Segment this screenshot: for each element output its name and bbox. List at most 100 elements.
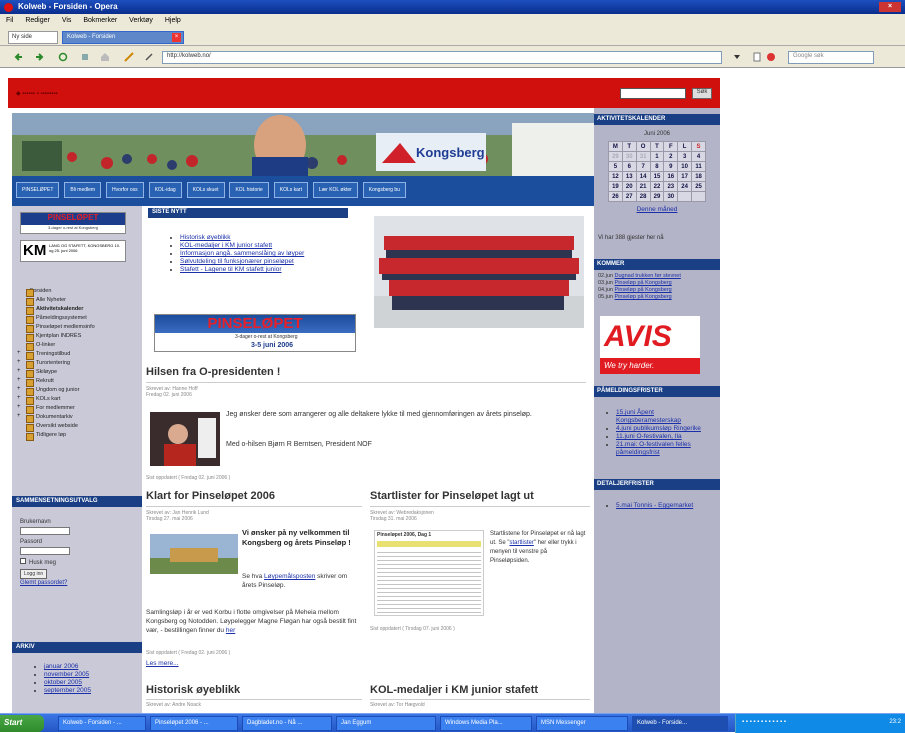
calendar-day[interactable]: 19 (608, 181, 623, 192)
address-input[interactable]: http://kolweb.no/ (162, 51, 722, 64)
task-pinselopet[interactable]: Pinseløpet 2006 - ... (150, 716, 238, 731)
calendar-day[interactable]: 18 (691, 171, 706, 182)
menu-tools[interactable]: Verktøy (129, 17, 153, 24)
this-month-link[interactable]: Denne måned (637, 206, 678, 213)
tab-kolweb[interactable]: Kolweb - Forsiden × (62, 31, 184, 44)
calendar-day[interactable]: 4 (691, 151, 706, 162)
news-link[interactable]: Historisk øyeblikk (180, 234, 231, 241)
calendar-day[interactable]: 7 (635, 161, 651, 172)
here-link[interactable]: her (226, 627, 235, 634)
tree-item[interactable]: Rekrutt (12, 377, 142, 387)
archive-link[interactable]: november 2005 (44, 671, 89, 678)
calendar-day[interactable]: 20 (621, 181, 637, 192)
nav-kols-skuet[interactable]: KOLs skuet (186, 182, 225, 198)
coming-link[interactable]: Pinseløp på Kongsberg (615, 294, 672, 300)
calendar-day[interactable]: 24 (677, 181, 693, 192)
calendar-day[interactable]: 5 (608, 161, 623, 172)
calendar-day[interactable]: 14 (635, 171, 651, 182)
tree-item[interactable]: Skiløype (12, 368, 142, 378)
calendar-day[interactable]: 3 (677, 151, 693, 162)
tree-item[interactable]: Treningstilbud (12, 350, 142, 360)
calendar-day[interactable]: 8 (649, 161, 665, 172)
signup-link[interactable]: 11.juni O-festivalen, Ila (616, 433, 682, 440)
calendar-day[interactable]: 21 (635, 181, 651, 192)
menu-bookmarks[interactable]: Bokmerker (83, 17, 117, 24)
window-close-icon[interactable]: × (879, 2, 901, 12)
avis-ad[interactable]: AVIS We try harder. (600, 316, 700, 374)
calendar-day[interactable] (691, 191, 706, 202)
loypemal-link[interactable]: Løypemålsposten (264, 573, 315, 580)
calendar-day[interactable]: 31 (635, 151, 651, 162)
google-search-input[interactable]: Google søk (788, 51, 874, 64)
archive-link[interactable]: januar 2006 (44, 663, 78, 670)
dropdown-icon[interactable] (732, 52, 742, 62)
calendar-day[interactable]: 2 (663, 151, 679, 162)
signup-link[interactable]: 21.mai: O-festivalen felles påmeldingsfr… (616, 441, 691, 456)
tree-item[interactable]: Forsiden (12, 288, 142, 297)
password-input[interactable] (20, 547, 70, 555)
tree-item[interactable]: Ungdom og junior (12, 386, 142, 396)
calendar-day[interactable] (677, 191, 693, 202)
tree-item[interactable]: Turorientering (12, 359, 142, 369)
calendar-day[interactable]: 30 (621, 151, 637, 162)
username-input[interactable] (20, 527, 70, 535)
forgot-password-link[interactable]: Glemt passordet? (20, 580, 67, 586)
calendar-day[interactable]: 12 (608, 171, 623, 182)
news-link[interactable]: Sølvutdeling til funksjonærer pinseløpet (180, 258, 294, 265)
calendar-day[interactable]: 27 (621, 191, 637, 202)
article-title[interactable]: Klart for Pinseløpet 2006 (146, 490, 362, 502)
menu-help[interactable]: Hjelp (165, 17, 181, 24)
article-title[interactable]: Historisk øyeblikk (146, 684, 362, 696)
signup-link[interactable]: 15.juni Åpent Kongsberamesterskap (616, 409, 681, 424)
nav-laer-kol[interactable]: Lær KOL økter (312, 182, 358, 198)
nav-kongsberg[interactable]: Kongsberg bu (362, 182, 406, 198)
news-link[interactable]: KOL-medaljer i KM junior stafett (180, 242, 272, 249)
start-button[interactable]: Start (0, 715, 44, 732)
article-title[interactable]: KOL-medaljer i KM junior stafett (370, 684, 590, 696)
home-icon[interactable] (100, 52, 110, 62)
nav-pinselopet[interactable]: PINSELØPET (16, 182, 60, 198)
tree-item[interactable]: Tidligere løp (12, 432, 142, 441)
signup-link[interactable]: 4.juni publikumsløp Ringerike (616, 425, 701, 432)
article-title[interactable]: Hilsen fra O-presidenten ! (146, 366, 586, 378)
tab-close-icon[interactable]: × (172, 33, 181, 42)
calendar-day[interactable]: 22 (649, 181, 665, 192)
wand-icon[interactable] (124, 52, 134, 62)
calendar-day[interactable]: 17 (677, 171, 693, 182)
calendar-day[interactable]: 30 (663, 191, 679, 202)
calendar-day[interactable]: 6 (621, 161, 637, 172)
news-link[interactable]: Informasjon angå. sammenslåing av løyper (180, 250, 304, 257)
calendar-day[interactable]: 23 (663, 181, 679, 192)
tree-item[interactable]: Påmeldingssystemet (12, 315, 142, 324)
task-msn[interactable]: MSN Messenger (536, 716, 628, 731)
nav-kol-historie[interactable]: KOL historie (229, 182, 269, 198)
login-button[interactable]: Logg inn (20, 569, 48, 579)
task-dagbladet[interactable]: Dagbladet.no - Nå ... (242, 716, 332, 731)
heart-icon[interactable] (766, 52, 776, 62)
pinselopet-main-banner[interactable]: PINSELØPET 3-dager o-rest at Kongsberg 3… (154, 314, 356, 352)
calendar-day[interactable]: 1 (649, 151, 665, 162)
calendar-day[interactable]: 26 (608, 191, 623, 202)
calendar-day[interactable]: 29 (608, 151, 623, 162)
reload-icon[interactable] (58, 52, 68, 62)
pinselopet-small-banner[interactable]: PINSELØPET 3-dager o-rest at Kongsberg (20, 212, 126, 234)
km-banner[interactable]: KM LANG OG STAFETT, KONGSBERG 10. og 25.… (20, 240, 126, 262)
tree-item[interactable]: Dokumentarkiv (12, 413, 142, 423)
tree-item[interactable]: Kjentplan INDRÉS (12, 333, 142, 342)
site-search-button[interactable]: Søk (692, 88, 712, 99)
site-search-input[interactable] (620, 88, 686, 99)
menu-file[interactable]: Fil (6, 17, 13, 24)
article-title[interactable]: Startlister for Pinseløpet lagt ut (370, 490, 590, 502)
news-link[interactable]: Stafett - Lagene til KM stafett junior (180, 266, 282, 273)
deadline-link[interactable]: 5.mai Tonnis - Eggemarket (616, 502, 693, 509)
task-media-player[interactable]: Windows Media Pla... (440, 716, 532, 731)
nav-kols-kart[interactable]: KOLs kart (273, 182, 308, 198)
startlist-thumbnail[interactable]: Pinseløpet 2006, Dag 1 (374, 530, 484, 616)
coming-link[interactable]: Pinseløp på Kongsberg (615, 287, 672, 293)
calendar-day[interactable]: 13 (621, 171, 637, 182)
calendar-day[interactable]: 15 (649, 171, 665, 182)
calendar-day[interactable]: 16 (663, 171, 679, 182)
tray-icons[interactable]: ▪ ▪ ▪ ▪ ▪ ▪ ▪ ▪ ▪ ▪ ▪ ▪ (742, 719, 786, 725)
tree-item[interactable]: Aktivitetskalender (12, 306, 142, 315)
nav-hvorfor-oss[interactable]: Hvorfor oss (106, 182, 144, 198)
